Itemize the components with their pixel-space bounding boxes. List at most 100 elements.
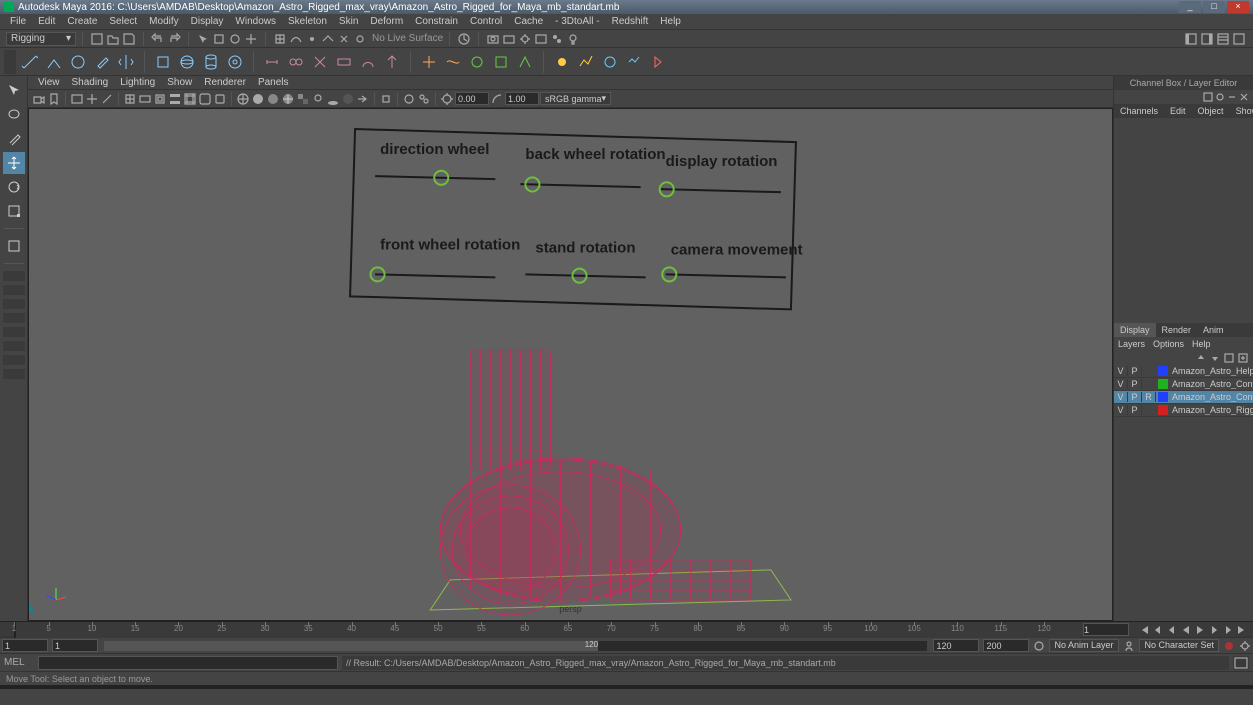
layer-row[interactable]: VPAmazon_Astro_Contro [1114, 378, 1253, 391]
image-plane-icon[interactable] [70, 92, 84, 106]
menu-select[interactable]: Select [103, 16, 143, 27]
step-back-icon[interactable] [1165, 623, 1179, 637]
panel-menu-view[interactable]: View [32, 77, 66, 88]
bookmark-icon[interactable] [47, 92, 61, 106]
menu-display[interactable]: Display [185, 16, 230, 27]
layer-vis-toggle[interactable]: V [1114, 392, 1128, 402]
layer-playback-toggle[interactable]: P [1128, 405, 1142, 415]
last-tool-icon[interactable] [3, 235, 25, 257]
shelf-constraint-1-icon[interactable] [261, 51, 283, 73]
layout-6-icon[interactable] [3, 341, 25, 351]
open-scene-icon[interactable] [106, 32, 120, 46]
viewport[interactable]: direction wheelback wheel rotationdispla… [28, 108, 1113, 621]
cb-tab-channels[interactable]: Channels [1114, 104, 1164, 118]
sidebar-toggle-2-icon[interactable] [1200, 32, 1214, 46]
shelf-sphere-icon[interactable] [176, 51, 198, 73]
shelf-constraint-5-icon[interactable] [357, 51, 379, 73]
layer-menu-layers[interactable]: Layers [1118, 339, 1145, 349]
xray-joints-icon[interactable] [417, 92, 431, 106]
wireframe-icon[interactable] [236, 92, 250, 106]
layer-new-empty-icon[interactable] [1223, 352, 1235, 364]
cb-icon-1[interactable] [1203, 92, 1213, 102]
field-chart-icon[interactable] [183, 92, 197, 106]
current-frame-field[interactable] [1083, 623, 1129, 636]
cb-tab-edit[interactable]: Edit [1164, 104, 1192, 118]
menu-modify[interactable]: Modify [143, 16, 184, 27]
range-start-vis-field[interactable] [52, 639, 98, 652]
shelf-anim-2-icon[interactable] [575, 51, 597, 73]
menu-constrain[interactable]: Constrain [409, 16, 464, 27]
ctrl-slider[interactable] [525, 269, 645, 283]
script-lang-label[interactable]: MEL [4, 657, 34, 668]
play-fwd-icon[interactable] [1193, 623, 1207, 637]
rotate-tool-icon[interactable] [3, 176, 25, 198]
gamma-icon[interactable] [490, 92, 504, 106]
scale-tool-icon[interactable] [3, 200, 25, 222]
cb-icon-4[interactable] [1239, 92, 1249, 102]
layer-color-swatch[interactable] [1158, 405, 1168, 415]
cb-tab-object[interactable]: Object [1192, 104, 1230, 118]
range-end-vis-field[interactable] [933, 639, 979, 652]
move-tool-icon[interactable] [3, 152, 25, 174]
shelf-deform-3-icon[interactable] [466, 51, 488, 73]
menu-skeleton[interactable]: Skeleton [282, 16, 333, 27]
redo-icon[interactable] [167, 32, 181, 46]
ao-icon[interactable] [341, 92, 355, 106]
sidebar-toggle-3-icon[interactable] [1216, 32, 1230, 46]
panel-menu-lighting[interactable]: Lighting [114, 77, 161, 88]
menu-edit[interactable]: Edit [32, 16, 61, 27]
render-frame-icon[interactable] [486, 32, 500, 46]
select-mask-icon[interactable] [212, 32, 226, 46]
menu-create[interactable]: Create [61, 16, 103, 27]
snap-live-icon[interactable] [337, 32, 351, 46]
safe-action-icon[interactable] [198, 92, 212, 106]
layer-ref-toggle[interactable]: R [1142, 392, 1156, 402]
wire-on-shaded-icon[interactable] [281, 92, 295, 106]
panel-menu-shading[interactable]: Shading [66, 77, 115, 88]
character-set-dropdown[interactable]: No Character Set [1139, 639, 1219, 652]
layer-playback-toggle[interactable]: P [1128, 379, 1142, 389]
menu-redshift[interactable]: Redshift [606, 16, 655, 27]
shelf-constraint-6-icon[interactable] [381, 51, 403, 73]
xray-icon[interactable] [402, 92, 416, 106]
time-slider[interactable]: 1510152025303540455055606570758085909510… [0, 621, 1253, 637]
ctrl-slider[interactable] [520, 177, 640, 191]
cb-icon-3[interactable] [1227, 92, 1237, 102]
hypershade-icon[interactable] [550, 32, 564, 46]
menu-set-dropdown[interactable]: Rigging▾ [6, 32, 76, 46]
layer-new-selected-icon[interactable] [1237, 352, 1249, 364]
anim-layer-dropdown[interactable]: No Anim Layer [1049, 639, 1119, 652]
shelf-cube-icon[interactable] [152, 51, 174, 73]
light-icon[interactable] [566, 32, 580, 46]
snap-curve-icon[interactable] [289, 32, 303, 46]
isolate-icon[interactable] [379, 92, 393, 106]
shelf-deform-2-icon[interactable] [442, 51, 464, 73]
go-end-icon[interactable] [1235, 623, 1249, 637]
range-start-field[interactable] [2, 639, 48, 652]
layer-menu-options[interactable]: Options [1153, 339, 1184, 349]
layer-move-down-icon[interactable] [1209, 352, 1221, 364]
use-default-mat-icon[interactable] [266, 92, 280, 106]
lasso-tool-icon[interactable] [3, 104, 25, 126]
layout-7-icon[interactable] [3, 355, 25, 365]
grease-pencil-icon[interactable] [100, 92, 114, 106]
new-scene-icon[interactable] [90, 32, 104, 46]
script-editor-icon[interactable] [1233, 656, 1249, 670]
layer-tab-anim[interactable]: Anim [1197, 323, 1230, 337]
layer-vis-toggle[interactable]: V [1114, 366, 1128, 376]
film-gate-icon[interactable] [138, 92, 152, 106]
layer-tab-render[interactable]: Render [1156, 323, 1198, 337]
layout-1-icon[interactable] [3, 271, 25, 281]
ctrl-slider[interactable] [375, 171, 495, 185]
menu-deform[interactable]: Deform [364, 16, 409, 27]
layer-playback-toggle[interactable]: P [1128, 366, 1142, 376]
panel-menu-panels[interactable]: Panels [252, 77, 295, 88]
layer-menu-help[interactable]: Help [1192, 339, 1211, 349]
minimize-button[interactable]: _ [1179, 1, 1201, 13]
menu-control[interactable]: Control [464, 16, 508, 27]
step-back-key-icon[interactable] [1151, 623, 1165, 637]
close-button[interactable]: × [1227, 1, 1249, 13]
select-mode-icon[interactable] [244, 32, 258, 46]
layer-row[interactable]: VPAmazon_Astro_Helpers [1114, 365, 1253, 378]
shelf-anim-5-icon[interactable] [647, 51, 669, 73]
